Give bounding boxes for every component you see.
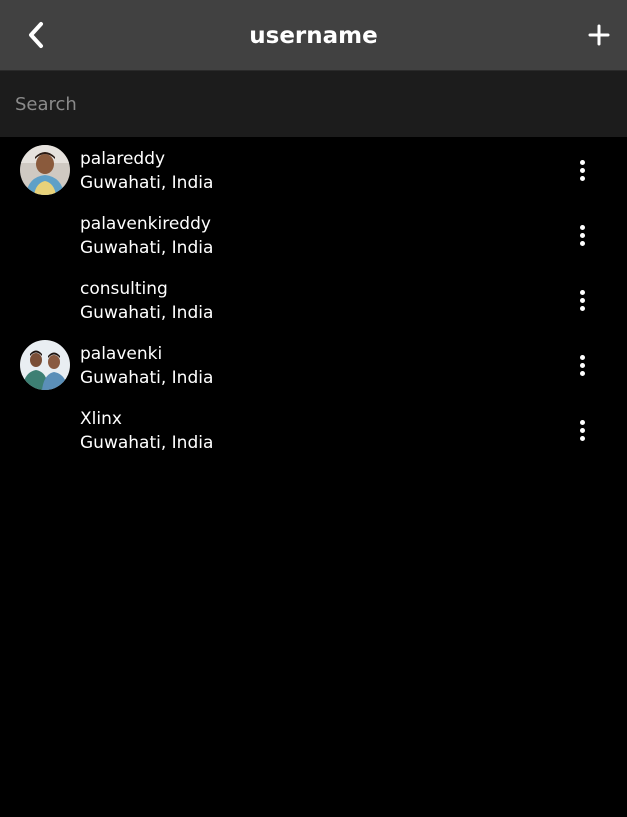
chevron-left-icon	[29, 22, 43, 48]
back-button[interactable]	[18, 17, 54, 53]
list-item-text: palavenki Guwahati, India	[80, 342, 213, 390]
list-item-name: Xlinx	[80, 409, 122, 429]
more-vertical-icon	[579, 418, 585, 442]
more-vertical-icon	[579, 288, 585, 312]
avatar	[20, 145, 70, 195]
top-app-bar: username	[0, 0, 627, 70]
list-item-location: Guwahati, India	[80, 303, 214, 323]
more-options-button[interactable]	[570, 220, 594, 250]
avatar	[20, 340, 70, 390]
add-button[interactable]	[581, 17, 617, 53]
more-options-button[interactable]	[570, 155, 594, 185]
list-item-location: Guwahati, India	[80, 368, 214, 388]
list-item[interactable]: palavenkireddy Guwahati, India	[0, 202, 627, 267]
list-item[interactable]: palareddy Guwahati, India	[0, 137, 627, 202]
list-item-name: palareddy	[80, 149, 166, 169]
list-item[interactable]: palavenki Guwahati, India	[0, 332, 627, 397]
list-item-location: Guwahati, India	[80, 238, 214, 258]
more-options-button[interactable]	[570, 350, 594, 380]
list-item-text: palareddy Guwahati, India	[80, 147, 213, 195]
list-item-text: palavenkireddy Guwahati, India	[80, 212, 213, 260]
page-title: username	[249, 23, 378, 49]
list-item[interactable]: consulting Guwahati, India	[0, 267, 627, 332]
list-item-location: Guwahati, India	[80, 173, 214, 193]
list-item-location: Guwahati, India	[80, 433, 214, 453]
search-bar	[0, 70, 627, 137]
list-item-name: palavenkireddy	[80, 214, 211, 234]
more-options-button[interactable]	[570, 415, 594, 445]
list-item-name: palavenki	[80, 344, 163, 364]
more-vertical-icon	[579, 158, 585, 182]
more-vertical-icon	[579, 223, 585, 247]
search-input[interactable]	[0, 71, 627, 137]
list-item-name: consulting	[80, 279, 168, 299]
list-item[interactable]: Xlinx Guwahati, India	[0, 397, 627, 462]
more-vertical-icon	[579, 353, 585, 377]
list-item-text: consulting Guwahati, India	[80, 277, 213, 325]
more-options-button[interactable]	[570, 285, 594, 315]
plus-icon	[588, 24, 610, 46]
list-item-text: Xlinx Guwahati, India	[80, 407, 213, 455]
